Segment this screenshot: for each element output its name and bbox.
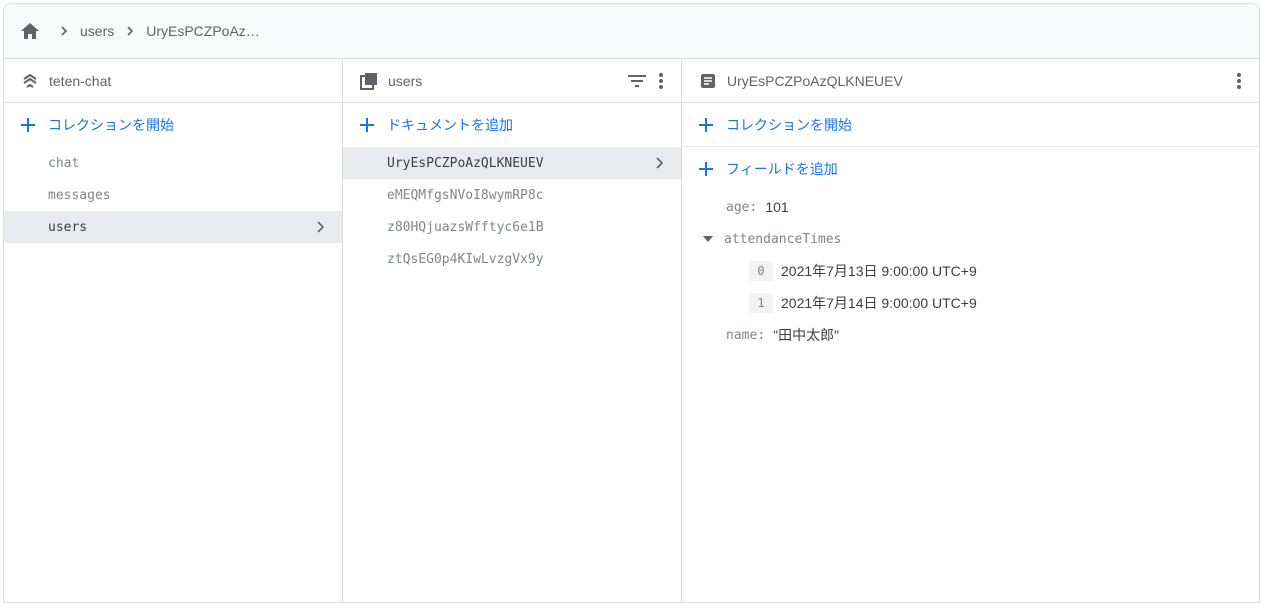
root-panel: teten-chat コレクションを開始 chat messages users: [4, 59, 343, 602]
start-collection-button[interactable]: コレクションを開始: [4, 103, 342, 147]
breadcrumb-item-users[interactable]: users: [80, 23, 114, 39]
start-collection-label: コレクションを開始: [48, 117, 174, 133]
list-item[interactable]: z80HQjuazsWfftyc6e1B: [343, 211, 681, 243]
field-value: 2021年7月14日 9:00:00 UTC+9: [781, 295, 977, 311]
list-item[interactable]: chat: [4, 147, 342, 179]
document-panel-title: UryEsPCZPoAzQLKNEUEV: [727, 72, 903, 89]
chevron-right-icon: [312, 219, 328, 235]
filter-icon[interactable]: [625, 69, 649, 93]
list-item[interactable]: messages: [4, 179, 342, 211]
more-vert-icon[interactable]: [1227, 69, 1251, 93]
document-icon: [698, 71, 718, 91]
chevron-right-icon: [651, 155, 667, 171]
firestore-icon: [20, 71, 40, 91]
start-subcollection-button[interactable]: コレクションを開始: [682, 103, 1259, 147]
list-item-selected[interactable]: users: [4, 211, 342, 243]
plus-icon: [698, 161, 714, 177]
more-vert-icon[interactable]: [649, 69, 673, 93]
field-value: 101: [765, 199, 789, 215]
field-list: age: 101 attendanceTimes 0 2021年7月13日 9:…: [682, 191, 1259, 351]
breadcrumb-item-document[interactable]: UryEsPCZPoAz…: [146, 23, 260, 39]
field-colon: :: [749, 199, 758, 215]
firestore-viewer: users UryEsPCZPoAz… teten-chat コレクションを開始…: [3, 3, 1260, 603]
add-document-button[interactable]: ドキュメントを追加: [343, 103, 681, 147]
document-panel: UryEsPCZPoAzQLKNEUEV コレクションを開始 フィールドを追加: [682, 59, 1259, 602]
collection-icon: [359, 71, 379, 91]
start-subcollection-label: コレクションを開始: [726, 116, 852, 133]
collection-panel-header: users: [343, 59, 681, 103]
collection-panel-title: users: [388, 72, 423, 89]
field-value: 2021年7月13日 9:00:00 UTC+9: [781, 263, 977, 279]
document-list: UryEsPCZPoAzQLKNEUEV eMEQMfgsNVoI8wymRP8…: [343, 147, 681, 275]
add-field-button[interactable]: フィールドを追加: [682, 147, 1259, 191]
field-key: attendanceTimes: [724, 231, 842, 247]
home-icon[interactable]: [20, 21, 40, 41]
field-colon: :: [757, 327, 766, 343]
field-value: "田中太郎": [773, 327, 840, 343]
chevron-right-icon: [120, 21, 140, 41]
root-panel-header: teten-chat: [4, 59, 342, 103]
plus-icon: [698, 117, 714, 133]
array-index: 0: [749, 261, 773, 281]
array-index: 1: [749, 293, 773, 313]
list-item-selected[interactable]: UryEsPCZPoAzQLKNEUEV: [343, 147, 681, 179]
array-item[interactable]: 0 2021年7月13日 9:00:00 UTC+9: [682, 255, 1259, 287]
list-item[interactable]: eMEQMfgsNVoI8wymRP8c: [343, 179, 681, 211]
plus-icon: [20, 117, 36, 133]
caret-down-icon[interactable]: [702, 233, 714, 245]
add-document-label: ドキュメントを追加: [387, 117, 513, 133]
field-row-attendance[interactable]: attendanceTimes: [682, 223, 1259, 255]
collection-panel: users ドキュメントを追加 UryEsPCZPoAzQLKNEUEV eME…: [343, 59, 682, 602]
collection-list: chat messages users: [4, 147, 342, 243]
add-field-label: フィールドを追加: [726, 161, 838, 177]
document-panel-header: UryEsPCZPoAzQLKNEUEV: [682, 59, 1259, 103]
array-item[interactable]: 1 2021年7月14日 9:00:00 UTC+9: [682, 287, 1259, 319]
chevron-right-icon: [54, 21, 74, 41]
field-key: age: [726, 199, 750, 215]
plus-icon: [359, 117, 375, 133]
field-key: name: [726, 327, 758, 343]
root-panel-title: teten-chat: [49, 72, 112, 89]
field-row-name[interactable]: name: "田中太郎": [682, 319, 1259, 351]
list-item[interactable]: ztQsEG0p4KIwLvzgVx9y: [343, 243, 681, 275]
breadcrumb: users UryEsPCZPoAz…: [4, 4, 1259, 59]
field-row-age[interactable]: age: 101: [682, 191, 1259, 223]
